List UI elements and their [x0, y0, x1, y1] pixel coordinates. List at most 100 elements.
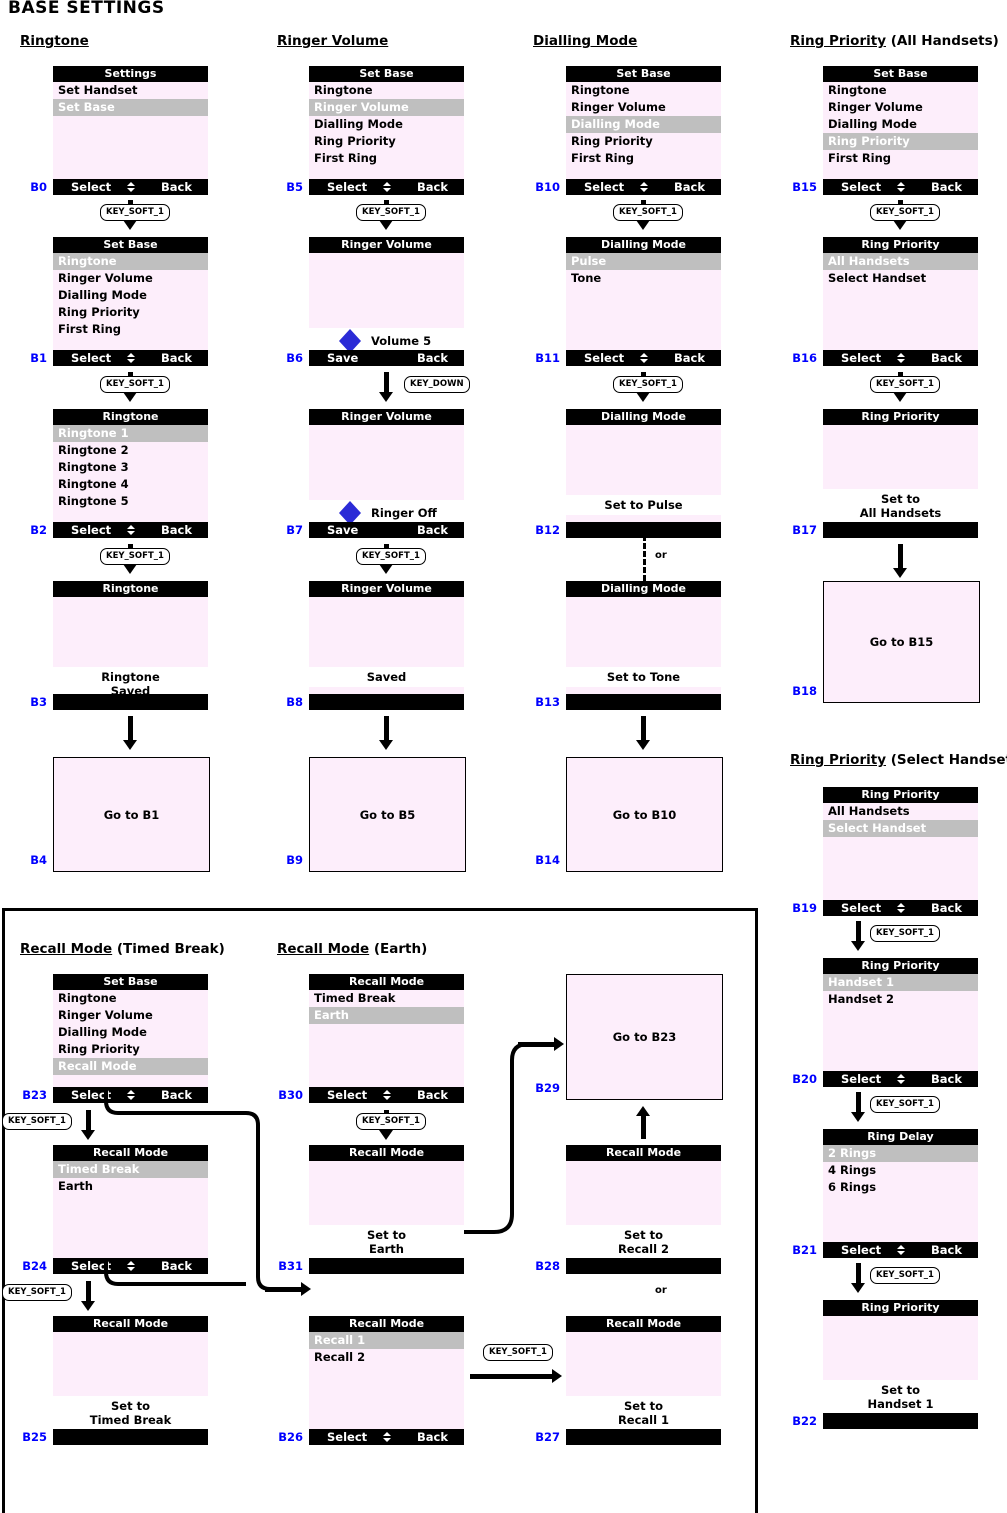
menu-item-timed-break[interactable]: Timed Break — [309, 990, 464, 1007]
menu-item-ringer-volume[interactable]: Ringer Volume — [53, 1007, 208, 1024]
menu-item-ring-priority[interactable]: Ring Priority — [53, 304, 208, 321]
softkey-right-back[interactable]: Back — [931, 1071, 962, 1087]
softkey-right-back[interactable]: Back — [931, 179, 962, 195]
key-chip-key_soft_1[interactable]: KEY_SOFT_1 — [870, 204, 940, 221]
key-chip-key_soft_1[interactable]: KEY_SOFT_1 — [613, 204, 683, 221]
key-chip-key_soft_1[interactable]: KEY_SOFT_1 — [100, 548, 170, 565]
menu-item-2-rings[interactable]: 2 Rings — [823, 1145, 978, 1162]
softkey-right-back[interactable]: Back — [931, 350, 962, 366]
softkey-left-select[interactable]: Select — [71, 179, 111, 195]
softkey-right-back[interactable]: Back — [674, 179, 705, 195]
menu-item-6-rings[interactable]: 6 Rings — [823, 1179, 978, 1196]
key-chip-key_soft_1[interactable]: KEY_SOFT_1 — [870, 376, 940, 393]
menu-item-dialling-mode[interactable]: Dialling Mode — [53, 1024, 208, 1041]
menu-item-ringer-volume[interactable]: Ringer Volume — [566, 99, 721, 116]
menu-item-ring-priority[interactable]: Ring Priority — [823, 133, 978, 150]
softkey-right-back[interactable]: Back — [161, 179, 192, 195]
up-down-arrow-icon[interactable] — [896, 1074, 905, 1084]
menu-item-first-ring[interactable]: First Ring — [566, 150, 721, 167]
menu-item-dialling-mode[interactable]: Dialling Mode — [566, 116, 721, 133]
menu-item-first-ring[interactable]: First Ring — [309, 150, 464, 167]
softkey-right-back[interactable]: Back — [417, 179, 448, 195]
key-chip-key_down[interactable]: KEY_DOWN — [404, 376, 470, 393]
softkey-left-select[interactable]: Select — [327, 1429, 367, 1445]
menu-item-dialling-mode[interactable]: Dialling Mode — [823, 116, 978, 133]
goto-box-b14[interactable]: Go to B10 — [566, 757, 723, 872]
menu-item-first-ring[interactable]: First Ring — [53, 321, 208, 338]
softkey-right-back[interactable]: Back — [417, 522, 448, 538]
key-chip-key_soft_1[interactable]: KEY_SOFT_1 — [483, 1344, 553, 1361]
menu-item-ringtone[interactable]: Ringtone — [823, 82, 978, 99]
up-down-arrow-icon[interactable] — [126, 525, 135, 535]
softkey-left-select[interactable]: Select — [71, 522, 111, 538]
menu-item-all-handsets[interactable]: All Handsets — [823, 803, 978, 820]
softkey-right-back[interactable]: Back — [674, 350, 705, 366]
up-down-arrow-icon[interactable] — [896, 903, 905, 913]
softkey-left-select[interactable]: Select — [841, 1242, 881, 1258]
goto-box-b9[interactable]: Go to B5 — [309, 757, 466, 872]
key-chip-key_soft_1[interactable]: KEY_SOFT_1 — [613, 376, 683, 393]
menu-item-recall-mode[interactable]: Recall Mode — [53, 1058, 208, 1075]
menu-item-ringer-volume[interactable]: Ringer Volume — [823, 99, 978, 116]
menu-item-handset-1[interactable]: Handset 1 — [823, 974, 978, 991]
menu-item-set-base[interactable]: Set Base — [53, 99, 208, 116]
up-down-arrow-icon[interactable] — [382, 1432, 391, 1442]
softkey-right-back[interactable]: Back — [931, 900, 962, 916]
up-down-arrow-icon[interactable] — [126, 182, 135, 192]
up-down-arrow-icon[interactable] — [896, 1245, 905, 1255]
menu-item-dialling-mode[interactable]: Dialling Mode — [309, 116, 464, 133]
goto-box-b4[interactable]: Go to B1 — [53, 757, 210, 872]
menu-item-all-handsets[interactable]: All Handsets — [823, 253, 978, 270]
key-chip-key_soft_1[interactable]: KEY_SOFT_1 — [870, 925, 940, 942]
menu-item-ringtone[interactable]: Ringtone — [309, 82, 464, 99]
menu-item-ringtone-4[interactable]: Ringtone 4 — [53, 476, 208, 493]
menu-item-earth[interactable]: Earth — [309, 1007, 464, 1024]
menu-item-dialling-mode[interactable]: Dialling Mode — [53, 287, 208, 304]
softkey-left-select[interactable]: Select — [584, 179, 624, 195]
up-down-arrow-icon[interactable] — [639, 182, 648, 192]
key-chip-key_soft_1[interactable]: KEY_SOFT_1 — [870, 1096, 940, 1113]
up-down-arrow-icon[interactable] — [896, 353, 905, 363]
softkey-left-save[interactable]: Save — [327, 350, 358, 366]
menu-item-ringtone-5[interactable]: Ringtone 5 — [53, 493, 208, 510]
menu-item-first-ring[interactable]: First Ring — [823, 150, 978, 167]
up-down-arrow-icon[interactable] — [126, 353, 135, 363]
menu-item-set-handset[interactable]: Set Handset — [53, 82, 208, 99]
menu-item-ringtone[interactable]: Ringtone — [566, 82, 721, 99]
menu-item-ring-priority[interactable]: Ring Priority — [53, 1041, 208, 1058]
menu-item-ringer-volume[interactable]: Ringer Volume — [53, 270, 208, 287]
menu-item-select-handset[interactable]: Select Handset — [823, 820, 978, 837]
key-chip-key_soft_1[interactable]: KEY_SOFT_1 — [356, 548, 426, 565]
softkey-left-select[interactable]: Select — [841, 900, 881, 916]
menu-item-ring-priority[interactable]: Ring Priority — [566, 133, 721, 150]
goto-box-b18[interactable]: Go to B15 — [823, 581, 980, 703]
menu-item-handset-2[interactable]: Handset 2 — [823, 991, 978, 1008]
softkey-left-select[interactable]: Select — [71, 350, 111, 366]
menu-item-ringtone-2[interactable]: Ringtone 2 — [53, 442, 208, 459]
softkey-left-select[interactable]: Select — [584, 350, 624, 366]
softkey-left-save[interactable]: Save — [327, 522, 358, 538]
menu-item-ringtone-3[interactable]: Ringtone 3 — [53, 459, 208, 476]
softkey-right-back[interactable]: Back — [417, 350, 448, 366]
menu-item-ringtone[interactable]: Ringtone — [53, 990, 208, 1007]
softkey-left-select[interactable]: Select — [327, 179, 367, 195]
key-chip-key_soft_1[interactable]: KEY_SOFT_1 — [356, 204, 426, 221]
up-down-arrow-icon[interactable] — [896, 182, 905, 192]
softkey-right-back[interactable]: Back — [931, 1242, 962, 1258]
softkey-right-back[interactable]: Back — [417, 1087, 448, 1103]
key-chip-key_soft_1[interactable]: KEY_SOFT_1 — [870, 1267, 940, 1284]
softkey-left-select[interactable]: Select — [841, 350, 881, 366]
menu-item-ring-priority[interactable]: Ring Priority — [309, 133, 464, 150]
menu-item-tone[interactable]: Tone — [566, 270, 721, 287]
up-down-arrow-icon[interactable] — [639, 353, 648, 363]
menu-item-select-handset[interactable]: Select Handset — [823, 270, 978, 287]
softkey-left-select[interactable]: Select — [841, 1071, 881, 1087]
menu-item-ringer-volume[interactable]: Ringer Volume — [309, 99, 464, 116]
key-chip-key_soft_1[interactable]: KEY_SOFT_1 — [2, 1284, 72, 1301]
menu-item-4-rings[interactable]: 4 Rings — [823, 1162, 978, 1179]
menu-item-ringtone[interactable]: Ringtone — [53, 253, 208, 270]
softkey-right-back[interactable]: Back — [161, 522, 192, 538]
key-chip-key_soft_1[interactable]: KEY_SOFT_1 — [2, 1113, 72, 1130]
softkey-right-back[interactable]: Back — [417, 1429, 448, 1445]
key-chip-key_soft_1[interactable]: KEY_SOFT_1 — [100, 376, 170, 393]
